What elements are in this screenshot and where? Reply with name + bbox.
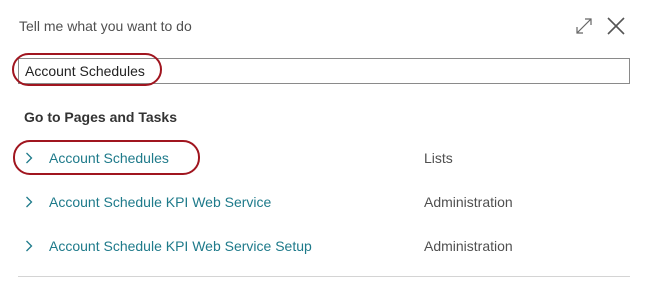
result-name[interactable]: Account Schedules <box>49 150 169 166</box>
result-category: Lists <box>424 150 453 166</box>
result-category: Administration <box>424 238 513 254</box>
result-name[interactable]: Account Schedule KPI Web Service <box>49 194 271 210</box>
close-button[interactable] <box>605 15 627 37</box>
chevron-right-icon <box>26 152 33 164</box>
search-input[interactable] <box>18 58 630 84</box>
dialog-title: Tell me what you want to do <box>19 18 192 34</box>
chevron-right-icon <box>26 240 33 252</box>
expand-button[interactable] <box>574 16 594 36</box>
result-category: Administration <box>424 194 513 210</box>
divider <box>18 276 630 277</box>
expand-icon <box>576 18 592 34</box>
result-row-account-schedules[interactable]: Account Schedules Lists <box>18 143 630 173</box>
result-row-kpi-web-service[interactable]: Account Schedule KPI Web Service Adminis… <box>18 187 630 217</box>
tell-me-dialog: Tell me what you want to do Go to Pages … <box>0 0 651 284</box>
result-row-kpi-web-service-setup[interactable]: Account Schedule KPI Web Service Setup A… <box>18 231 630 261</box>
chevron-right-icon <box>26 196 33 208</box>
result-name[interactable]: Account Schedule KPI Web Service Setup <box>49 238 312 254</box>
close-icon <box>607 17 625 35</box>
section-heading: Go to Pages and Tasks <box>24 109 178 125</box>
